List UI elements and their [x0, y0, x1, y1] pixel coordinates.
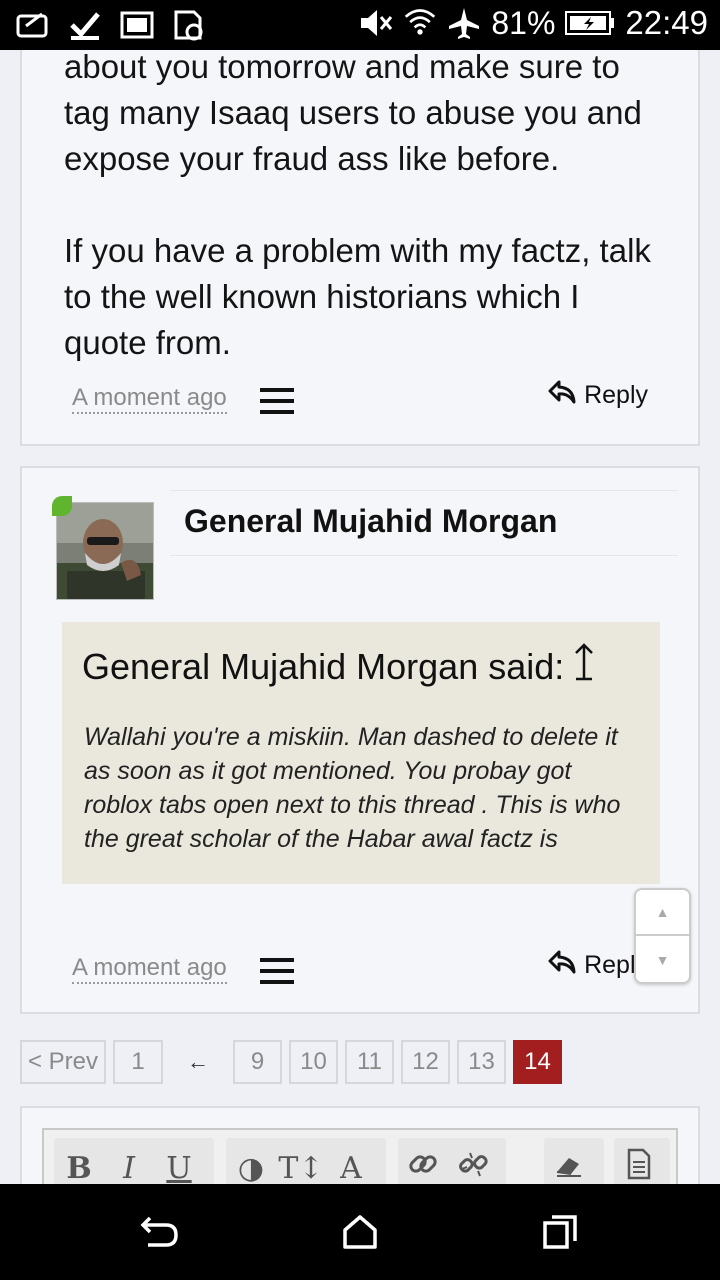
page-button[interactable]: 13 [457, 1040, 506, 1084]
mute-icon [359, 6, 393, 40]
page-jump-arrow[interactable]: ← [170, 1040, 226, 1084]
editor-toolbar: B I U ◑ T↕ A [42, 1128, 678, 1184]
image-icon [120, 8, 154, 42]
reply-arrow-icon [548, 950, 576, 981]
color-button[interactable]: ◑ [226, 1151, 276, 1185]
back-icon[interactable] [140, 1212, 180, 1252]
font-size-button[interactable]: T↕ [276, 1151, 326, 1185]
user-avatar[interactable] [56, 502, 154, 600]
reply-arrow-icon [548, 380, 576, 411]
home-icon[interactable] [340, 1212, 380, 1252]
underline-button[interactable]: U [154, 1151, 204, 1185]
source-group [614, 1138, 670, 1184]
post-timestamp-link[interactable]: A moment ago [72, 384, 227, 414]
scroll-widget: ▲ ▼ [634, 888, 691, 984]
link-icon[interactable] [398, 1149, 448, 1184]
message-post: General Mujahid Morgan General Mujahid M… [20, 466, 700, 1014]
clock: 22:49 [625, 4, 708, 41]
reply-label: Reply [584, 381, 648, 409]
sd-sync-icon [172, 8, 206, 42]
eraser-icon[interactable] [544, 1150, 594, 1184]
reply-button[interactable]: Reply [548, 950, 648, 981]
prev-page-button[interactable]: < Prev [20, 1040, 106, 1084]
page-button[interactable]: 9 [233, 1040, 282, 1084]
italic-button[interactable]: I [104, 1151, 154, 1185]
airplane-icon [447, 6, 481, 40]
quote-text: Wallahi you're a miskiin. Man dashed to … [84, 723, 621, 853]
status-bar: 81% 22:49 [0, 0, 720, 50]
post-body: Yusuf Ali Kenadid. I will make a topic a… [64, 50, 668, 366]
quote-author[interactable]: General Mujahid Morgan said: [82, 646, 564, 688]
eraser-group [544, 1138, 604, 1184]
bold-button[interactable]: B [54, 1151, 104, 1185]
format-group: ◑ T↕ A [226, 1138, 386, 1184]
page-button[interactable]: 10 [289, 1040, 338, 1084]
recents-icon[interactable] [540, 1212, 580, 1252]
quote-header: General Mujahid Morgan said: [82, 642, 596, 691]
current-page: 14 [513, 1040, 562, 1084]
scroll-down-icon[interactable]: ▼ [636, 937, 689, 983]
quote-block: General Mujahid Morgan said: Wallahi you… [62, 622, 660, 884]
page-1-button[interactable]: 1 [113, 1040, 163, 1084]
wifi-icon [403, 6, 437, 40]
post-paragraph: Yusuf Ali Kenadid. I will make a topic a… [64, 50, 642, 177]
unlink-icon[interactable] [448, 1149, 498, 1184]
page-button[interactable]: 11 [345, 1040, 394, 1084]
hamburger-menu-icon[interactable] [260, 958, 294, 984]
reply-button[interactable]: Reply [548, 380, 648, 411]
online-indicator [52, 496, 72, 516]
font-family-button[interactable]: A [326, 1151, 376, 1185]
reply-editor: B I U ◑ T↕ A [20, 1106, 700, 1184]
message-post: Yusuf Ali Kenadid. I will make a topic a… [20, 50, 700, 446]
pagination: < Prev 1 ← 9 10 11 12 13 14 [20, 1040, 569, 1084]
hamburger-menu-icon[interactable] [260, 388, 294, 414]
scroll-up-icon[interactable]: ▲ [636, 890, 689, 936]
battery-percent: 81% [491, 4, 556, 41]
thread-page: Yusuf Ali Kenadid. I will make a topic a… [0, 50, 720, 1184]
check-icon [68, 8, 102, 42]
document-icon[interactable] [614, 1148, 664, 1184]
message-icon [16, 8, 50, 42]
text-style-group: B I U [54, 1138, 214, 1184]
post-timestamp-link[interactable]: A moment ago [72, 954, 227, 984]
battery-charging-icon [565, 6, 615, 40]
post-paragraph: If you have a problem with my factz, tal… [64, 232, 651, 361]
page-button[interactable]: 12 [401, 1040, 450, 1084]
username-link[interactable]: General Mujahid Morgan [184, 503, 557, 540]
navigation-bar [0, 1184, 720, 1280]
jump-to-quote-icon[interactable] [572, 642, 596, 691]
link-group [398, 1138, 506, 1184]
user-header: General Mujahid Morgan [170, 490, 678, 556]
